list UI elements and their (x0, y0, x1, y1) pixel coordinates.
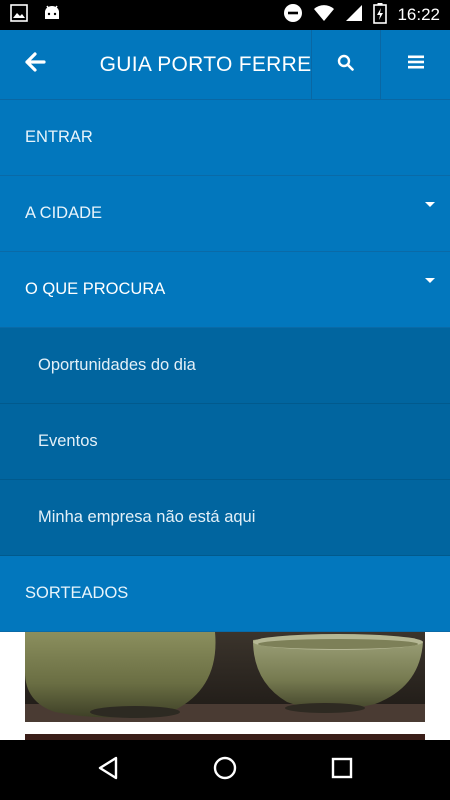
app-title: GUIA PORTO FERREIRA (99, 52, 311, 76)
circle-home-icon (213, 756, 237, 785)
navigation-menu: ENTRAR A CIDADE O QUE PROCURA Oportunida… (0, 100, 450, 632)
submenu-item-label: Oportunidades do dia (38, 356, 196, 374)
caret-down-icon (425, 202, 435, 207)
square-recents-icon (331, 757, 353, 784)
nav-back-button[interactable] (78, 740, 138, 800)
menu-item-label: SORTEADOS (25, 584, 129, 602)
caret-down-icon (425, 278, 435, 283)
do-not-disturb-icon (283, 3, 303, 28)
ceramic-bowls-photo[interactable] (25, 632, 425, 722)
arrow-left-icon (24, 51, 46, 78)
submenu-item-eventos[interactable]: Eventos (0, 404, 450, 480)
menu-item-a-cidade[interactable]: A CIDADE (0, 176, 450, 252)
menu-button[interactable] (380, 29, 450, 100)
image-icon (10, 3, 28, 27)
back-button[interactable] (0, 30, 70, 100)
menu-item-label: ENTRAR (25, 128, 93, 146)
status-bar: 16:22 (0, 0, 450, 30)
page-content (0, 632, 450, 740)
submenu-item-label: Minha empresa não está aqui (38, 508, 256, 526)
submenu-item-minha-empresa[interactable]: Minha empresa não está aqui (0, 480, 450, 556)
menu-item-entrar[interactable]: ENTRAR (0, 100, 450, 176)
menu-item-label: O QUE PROCURA (25, 280, 166, 298)
menu-item-sorteados[interactable]: SORTEADOS (0, 556, 450, 632)
triangle-back-icon (97, 756, 119, 785)
search-button[interactable] (310, 29, 381, 100)
nav-home-button[interactable] (195, 740, 255, 800)
signal-icon (345, 4, 363, 27)
menu-item-o-que-procura[interactable]: O QUE PROCURA (0, 252, 450, 328)
app-bar: GUIA PORTO FERREIRA (0, 29, 450, 100)
hamburger-menu-icon (407, 55, 424, 74)
clock: 16:22 (397, 5, 440, 24)
search-icon (337, 54, 355, 76)
submenu-item-oportunidades[interactable]: Oportunidades do dia (0, 328, 450, 404)
submenu-item-label: Eventos (38, 432, 98, 450)
menu-item-label: A CIDADE (25, 204, 103, 222)
wifi-icon (313, 4, 335, 27)
android-icon (42, 3, 62, 28)
system-navigation-bar (0, 740, 450, 800)
battery-charging-icon (373, 2, 388, 29)
nav-recents-button[interactable] (312, 740, 372, 800)
